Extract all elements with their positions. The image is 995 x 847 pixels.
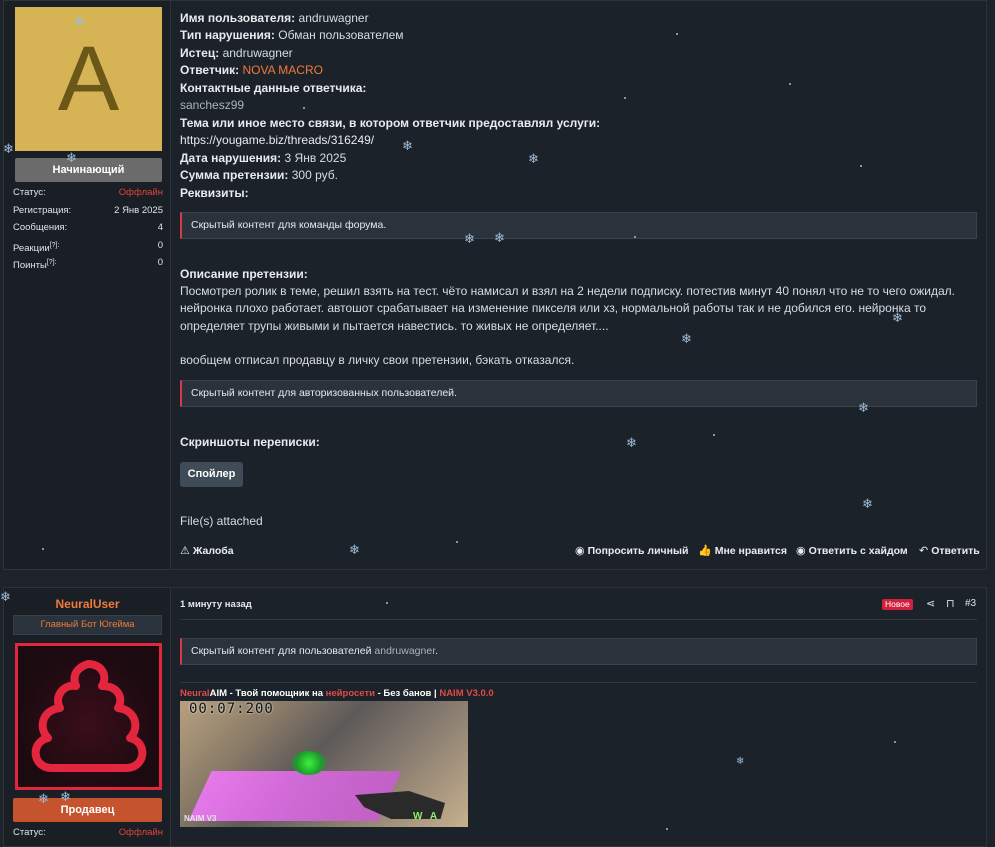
- screenshots-label: Скриншоты переписки:: [180, 435, 320, 449]
- snow-dot: [713, 434, 715, 436]
- field-details: Реквизиты:: [180, 186, 249, 200]
- description-text-2: вообщем отписал продавцу в личку свои пр…: [180, 353, 575, 367]
- user-stats: Статус: Оффлайн Регистрация: 2 Янв 2025 Со…: [13, 184, 163, 272]
- snowflake-icon: ❄: [892, 310, 903, 325]
- spoiler-button[interactable]: Спойлер: [180, 462, 243, 487]
- stat-reactions: Реакции[?]: 0: [13, 239, 163, 254]
- hidden-content-users: Скрытый контент для пользователей andruw…: [180, 638, 977, 665]
- stat-registration: Регистрация: 2 Янв 2025: [13, 204, 163, 216]
- video-overlay-label: NAIM V3: [184, 814, 217, 823]
- snowflake-icon: ❄: [494, 230, 505, 245]
- post-2: NeuralUser Главный Бот Югейма Продавец С…: [3, 587, 987, 847]
- user-rank-badge: Продавец: [13, 798, 162, 822]
- field-violation: Тип нарушения: Обман пользователем: [180, 28, 404, 42]
- field-contacts-label: Контактные данные ответчика:: [180, 81, 367, 95]
- like-button[interactable]: 👍 Мне нравится: [698, 544, 787, 558]
- video-keys: WA: [413, 811, 446, 822]
- post-number-link[interactable]: #3: [965, 598, 976, 609]
- field-date: Дата нарушения: 3 Янв 2025: [180, 151, 347, 165]
- signature-line: NeuralAIM - Твой помощник на нейросети -…: [180, 688, 494, 699]
- bookmark-icon[interactable]: ⊓: [946, 597, 955, 610]
- snow-dot: [42, 548, 44, 550]
- stat-status: Статус: Оффлайн: [13, 827, 163, 838]
- user-rank-badge: Начинающий: [15, 158, 162, 182]
- snow-dot: [789, 83, 791, 85]
- snowflake-icon: ❄: [681, 331, 692, 346]
- thumbs-up-icon: 👍: [698, 545, 712, 557]
- files-attached: File(s) attached: [180, 514, 263, 528]
- snow-dot: [303, 107, 305, 109]
- snowflake-icon: ❄: [626, 435, 637, 450]
- user-mention[interactable]: andruwagner: [374, 645, 435, 657]
- help-link[interactable]: [?]:: [47, 259, 57, 266]
- poop-logo-icon: [31, 660, 147, 772]
- stat-status: Статус: Оффлайн: [13, 187, 163, 198]
- report-button[interactable]: ⚠ Жалоба: [180, 544, 234, 558]
- snowflake-icon: ❄: [862, 496, 873, 511]
- field-amount: Сумма претензии: 300 руб.: [180, 168, 338, 182]
- defendant-link[interactable]: NOVA MACRO: [243, 63, 323, 77]
- divider: [180, 682, 977, 683]
- video-green-marker: [292, 751, 326, 775]
- divider: [180, 619, 977, 620]
- field-defendant: Ответчик: NOVA MACRO: [180, 63, 323, 77]
- snow-dot: [676, 33, 678, 35]
- snowflake-icon: ❄: [349, 542, 360, 557]
- snow-dot: [386, 602, 388, 604]
- avatar[interactable]: A: [15, 7, 162, 151]
- user-title: Главный Бот Югейма: [13, 615, 162, 635]
- snowflake-icon: ❄: [528, 151, 539, 166]
- reply-button[interactable]: ↶ Ответить: [919, 544, 980, 558]
- reply-hide-button[interactable]: ◉ Ответить с хайдом: [796, 544, 908, 558]
- video-timer: 00:07:200: [189, 701, 274, 717]
- snowflake-icon: ❄: [66, 150, 77, 165]
- topic-link[interactable]: https://yougame.biz/threads/316249/: [180, 133, 374, 147]
- help-link[interactable]: [?]:: [50, 242, 60, 249]
- ask-private-button[interactable]: ◉ Попросить личный: [575, 544, 688, 558]
- user-stats: Статус: Оффлайн: [13, 824, 163, 842]
- share-icon[interactable]: ⋖: [926, 597, 935, 610]
- snowflake-icon: ❄: [736, 756, 745, 767]
- warning-icon: ⚠: [180, 545, 190, 557]
- snowflake-icon: ❄: [0, 589, 11, 604]
- post-time-link[interactable]: 1 минуту назад: [180, 599, 252, 610]
- snowflake-icon: ❄: [464, 231, 475, 246]
- stat-messages: Сообщения: 4: [13, 222, 163, 233]
- new-badge: Новое: [882, 599, 913, 610]
- field-topic-label: Тема или иное место связи, в котором отв…: [180, 116, 601, 130]
- snowflake-icon: ❄: [38, 791, 49, 806]
- snow-dot: [456, 541, 458, 543]
- hidden-content-team: Скрытый контент для команды форума.: [180, 212, 977, 239]
- post-2-user-sidebar: NeuralUser Главный Бот Югейма Продавец С…: [4, 588, 171, 846]
- eye-icon: ◉: [575, 545, 585, 557]
- snow-dot: [860, 165, 862, 167]
- post-2-content: 1 минуту назад Новое ⋖ ⊓ #3 Скрытый конт…: [180, 588, 980, 846]
- snow-dot: [624, 97, 626, 99]
- field-username: Имя пользователя: andruwagner: [180, 11, 369, 25]
- signature-video[interactable]: 00:07:200 NAIM V3 WA: [180, 701, 468, 827]
- avatar[interactable]: [15, 643, 162, 790]
- snowflake-icon: ❄: [60, 789, 71, 804]
- stat-points: Поинты[?]: 0: [13, 257, 163, 272]
- snow-dot: [666, 828, 668, 830]
- description-label: Описание претензии:: [180, 267, 308, 281]
- eye-icon: ◉: [796, 545, 806, 557]
- post-1: A Начинающий Статус: Оффлайн Регистрация:…: [3, 0, 987, 570]
- snowflake-icon: ❄: [3, 141, 14, 156]
- snowflake-icon: ❄: [402, 138, 413, 153]
- snowflake-icon: ❄: [858, 400, 869, 415]
- snow-dot: [894, 741, 896, 743]
- post-1-content: Имя пользователя: andruwagner Тип наруше…: [180, 1, 980, 569]
- snow-dot: [634, 236, 636, 238]
- post-1-user-sidebar: A Начинающий Статус: Оффлайн Регистрация:…: [4, 1, 171, 569]
- description-text: Посмотрел ролик в теме, решил взять на т…: [180, 284, 955, 333]
- reply-icon: ↶: [919, 545, 929, 557]
- username-link[interactable]: NeuralUser: [4, 597, 171, 611]
- field-plaintiff: Истец: andruwagner: [180, 46, 293, 60]
- snowflake-icon: ❄: [74, 14, 85, 29]
- field-contacts-value: sanchesz99: [180, 98, 245, 112]
